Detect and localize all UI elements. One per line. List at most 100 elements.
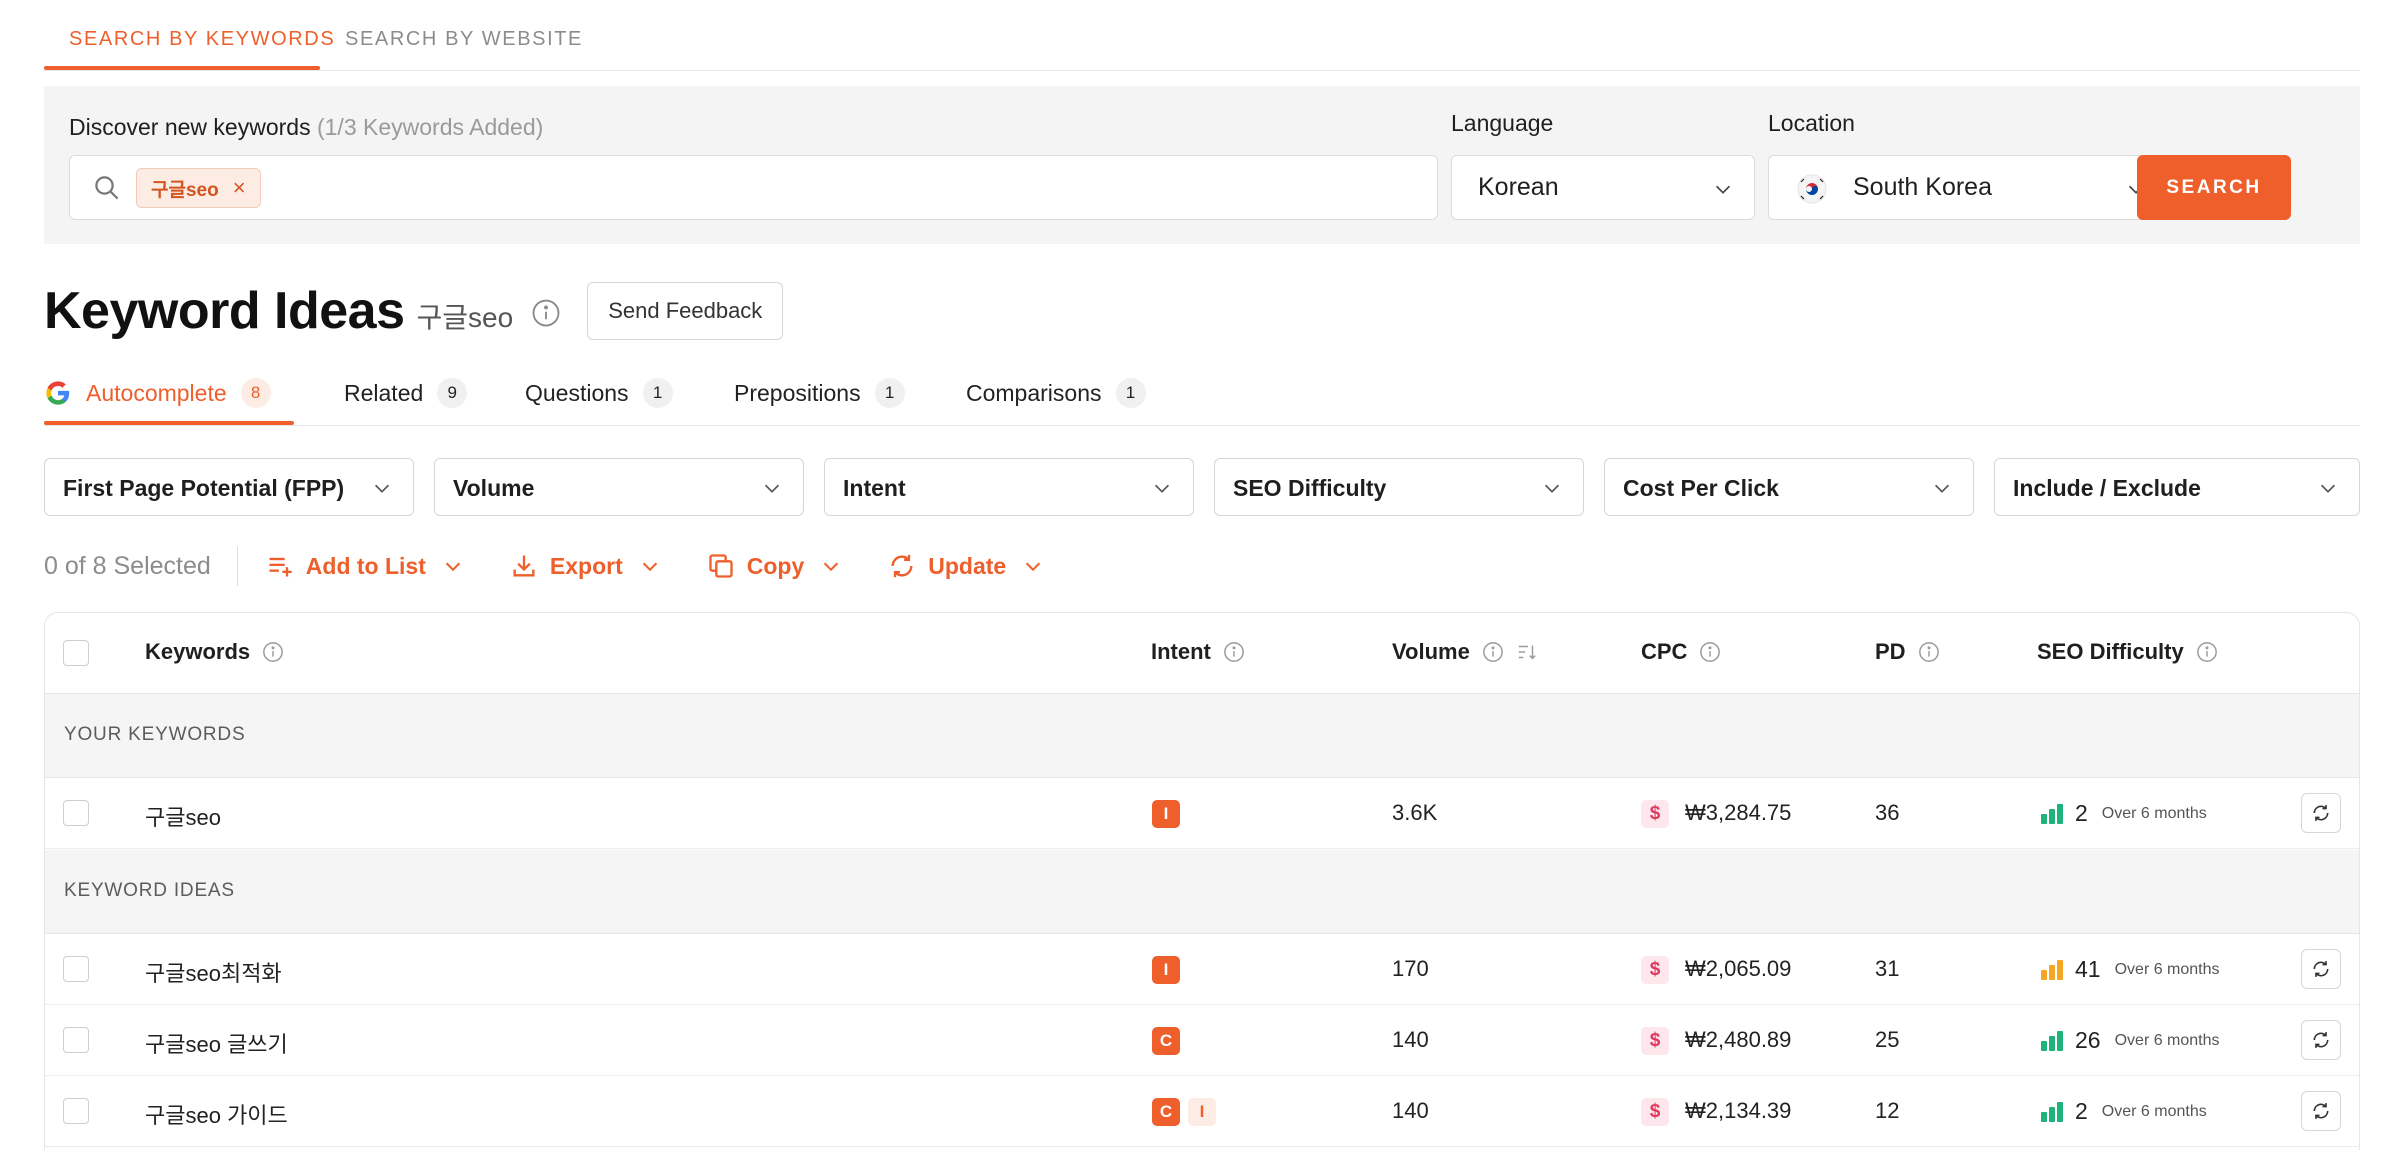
refresh-icon	[891, 554, 913, 578]
filter-intent[interactable]: Intent	[824, 458, 1194, 516]
refresh-row-button[interactable]	[2301, 1091, 2341, 1131]
update-label: Update	[928, 552, 1007, 579]
tab-comparisons[interactable]: Comparisons 1	[966, 372, 1146, 414]
pd-cell: 25	[1875, 1027, 1900, 1052]
chevron-down-icon	[374, 484, 390, 493]
column-pd[interactable]: PD	[1875, 639, 1940, 665]
tab-label: Related	[344, 379, 424, 406]
add-to-list-button[interactable]: Add to List	[266, 552, 464, 580]
filter-cost-per-click[interactable]: Cost Per Click	[1604, 458, 1974, 516]
section-label: KEYWORD IDEAS	[64, 880, 235, 901]
filter-seo-difficulty[interactable]: SEO Difficulty	[1214, 458, 1584, 516]
chevron-down-icon	[1026, 562, 1041, 572]
language-select[interactable]: Korean	[1451, 155, 1755, 220]
filter-label: Include / Exclude	[2013, 475, 2201, 501]
column-volume[interactable]: Volume	[1392, 639, 1538, 665]
keyword-input[interactable]: 구글seo ×	[69, 155, 1438, 220]
chevron-down-icon	[1715, 185, 1731, 194]
bulk-actions-bar: 0 of 8 Selected Add to List Export Copy …	[44, 544, 1090, 588]
row-checkbox[interactable]	[63, 1098, 89, 1124]
refresh-icon	[2313, 1103, 2329, 1119]
volume-cell: 140	[1392, 1027, 1429, 1052]
tab-autocomplete[interactable]: Autocomplete 8	[44, 372, 271, 414]
dollar-icon: $	[1641, 1098, 1669, 1126]
table-row[interactable]: 구글seo 가이드 C I 140 $ ₩2,134.39 12 2 Over 6 months	[45, 1076, 2359, 1147]
update-button[interactable]: Update	[888, 552, 1044, 580]
send-feedback-button[interactable]: Send Feedback	[587, 282, 784, 340]
seo-difficulty-cell: 26 Over 6 months	[2041, 1027, 2220, 1054]
info-icon[interactable]	[262, 641, 284, 663]
keyword-chip-label: 구글seo	[151, 179, 219, 201]
google-icon	[46, 381, 70, 405]
refresh-row-button[interactable]	[2301, 949, 2341, 989]
location-select[interactable]: South Korea	[1768, 155, 2168, 220]
chevron-down-icon	[445, 562, 461, 572]
info-icon[interactable]	[2196, 641, 2218, 663]
table-row[interactable]: 구글seo I 3.6K $ ₩3,284.75 36 2 Over 6 months	[45, 778, 2359, 849]
row-checkbox[interactable]	[63, 1027, 89, 1053]
seo-difficulty-cell: 41 Over 6 months	[2041, 956, 2220, 983]
tab-search-by-keywords[interactable]: SEARCH BY KEYWORDS	[69, 28, 335, 51]
volume-cell: 170	[1392, 956, 1429, 981]
copy-icon	[709, 554, 733, 578]
column-intent[interactable]: Intent	[1151, 639, 1245, 665]
sort-descending-icon[interactable]	[1516, 641, 1538, 663]
search-icon	[95, 176, 119, 200]
column-label: CPC	[1641, 639, 1688, 664]
export-button[interactable]: Export	[510, 552, 661, 580]
remove-chip-icon[interactable]: ×	[233, 175, 246, 201]
column-cpc[interactable]: CPC	[1641, 639, 1721, 665]
intent-badge: I	[1152, 800, 1180, 828]
column-keywords[interactable]: Keywords	[145, 639, 284, 665]
intent-badge: I	[1152, 956, 1180, 984]
search-mode-tabs: SEARCH BY KEYWORDS SEARCH BY WEBSITE	[44, 0, 2360, 71]
export-label: Export	[549, 552, 623, 579]
last-updated: Over 6 months	[2101, 1102, 2207, 1120]
cpc-cell: ₩3,284.75	[1685, 800, 1792, 825]
tab-prepositions[interactable]: Prepositions 1	[734, 372, 905, 414]
select-all-checkbox[interactable]	[63, 640, 89, 666]
row-checkbox[interactable]	[63, 800, 89, 826]
table-row[interactable]: 구글seo최적화 I 170 $ ₩2,065.09 31 41 Over 6 months	[45, 934, 2359, 1005]
location-label: Location	[1768, 110, 1855, 136]
search-button[interactable]: SEARCH	[2137, 155, 2291, 220]
difficulty-bars-icon	[2041, 803, 2065, 824]
difficulty-bars-icon	[2041, 959, 2065, 980]
filter-label: SEO Difficulty	[1233, 475, 1387, 501]
difficulty-value: 41	[2075, 956, 2101, 982]
table-row[interactable]: 구글seo 글쓰기 C 140 $ ₩2,480.89 25 26 Over 6 months	[45, 1005, 2359, 1076]
refresh-row-button[interactable]	[2301, 1020, 2341, 1060]
pd-cell: 31	[1875, 956, 1900, 981]
row-checkbox[interactable]	[63, 956, 89, 982]
filter-fpp[interactable]: First Page Potential (FPP)	[44, 458, 414, 516]
intent-badge: C	[1152, 1027, 1180, 1055]
difficulty-value: 2	[2075, 1098, 2088, 1124]
info-icon[interactable]	[1482, 641, 1504, 663]
tab-count-badge: 1	[1115, 378, 1146, 408]
table-header: Keywords Intent Volume CPC PD SEO Diffic…	[45, 613, 2359, 694]
info-icon[interactable]	[1699, 641, 1721, 663]
difficulty-bars-icon	[2041, 1030, 2065, 1051]
pd-cell: 36	[1875, 800, 1900, 825]
selected-count: 0 of 8 Selected	[44, 551, 211, 580]
info-icon[interactable]	[1223, 641, 1245, 663]
tab-questions[interactable]: Questions 1	[525, 372, 673, 414]
tab-related[interactable]: Related 9	[344, 372, 468, 414]
filter-label: Volume	[453, 475, 535, 501]
filter-include-exclude[interactable]: Include / Exclude	[1994, 458, 2360, 516]
chevron-down-icon	[2320, 484, 2336, 493]
column-seo-difficulty[interactable]: SEO Difficulty	[2037, 639, 2218, 665]
info-icon[interactable]	[531, 298, 561, 328]
filter-volume[interactable]: Volume	[434, 458, 804, 516]
refresh-row-button[interactable]	[2301, 793, 2341, 833]
keyword-cell: 구글seo 가이드	[145, 1103, 288, 1128]
tab-count-badge: 8	[240, 378, 271, 408]
intent-badge: I	[1188, 1098, 1216, 1126]
refresh-icon	[2313, 961, 2329, 977]
copy-button[interactable]: Copy	[707, 552, 843, 580]
filter-label: Intent	[843, 475, 906, 501]
info-icon[interactable]	[1918, 641, 1940, 663]
cpc-cell: ₩2,480.89	[1685, 1027, 1792, 1052]
last-updated: Over 6 months	[2114, 960, 2220, 978]
tab-search-by-website[interactable]: SEARCH BY WEBSITE	[345, 28, 583, 51]
